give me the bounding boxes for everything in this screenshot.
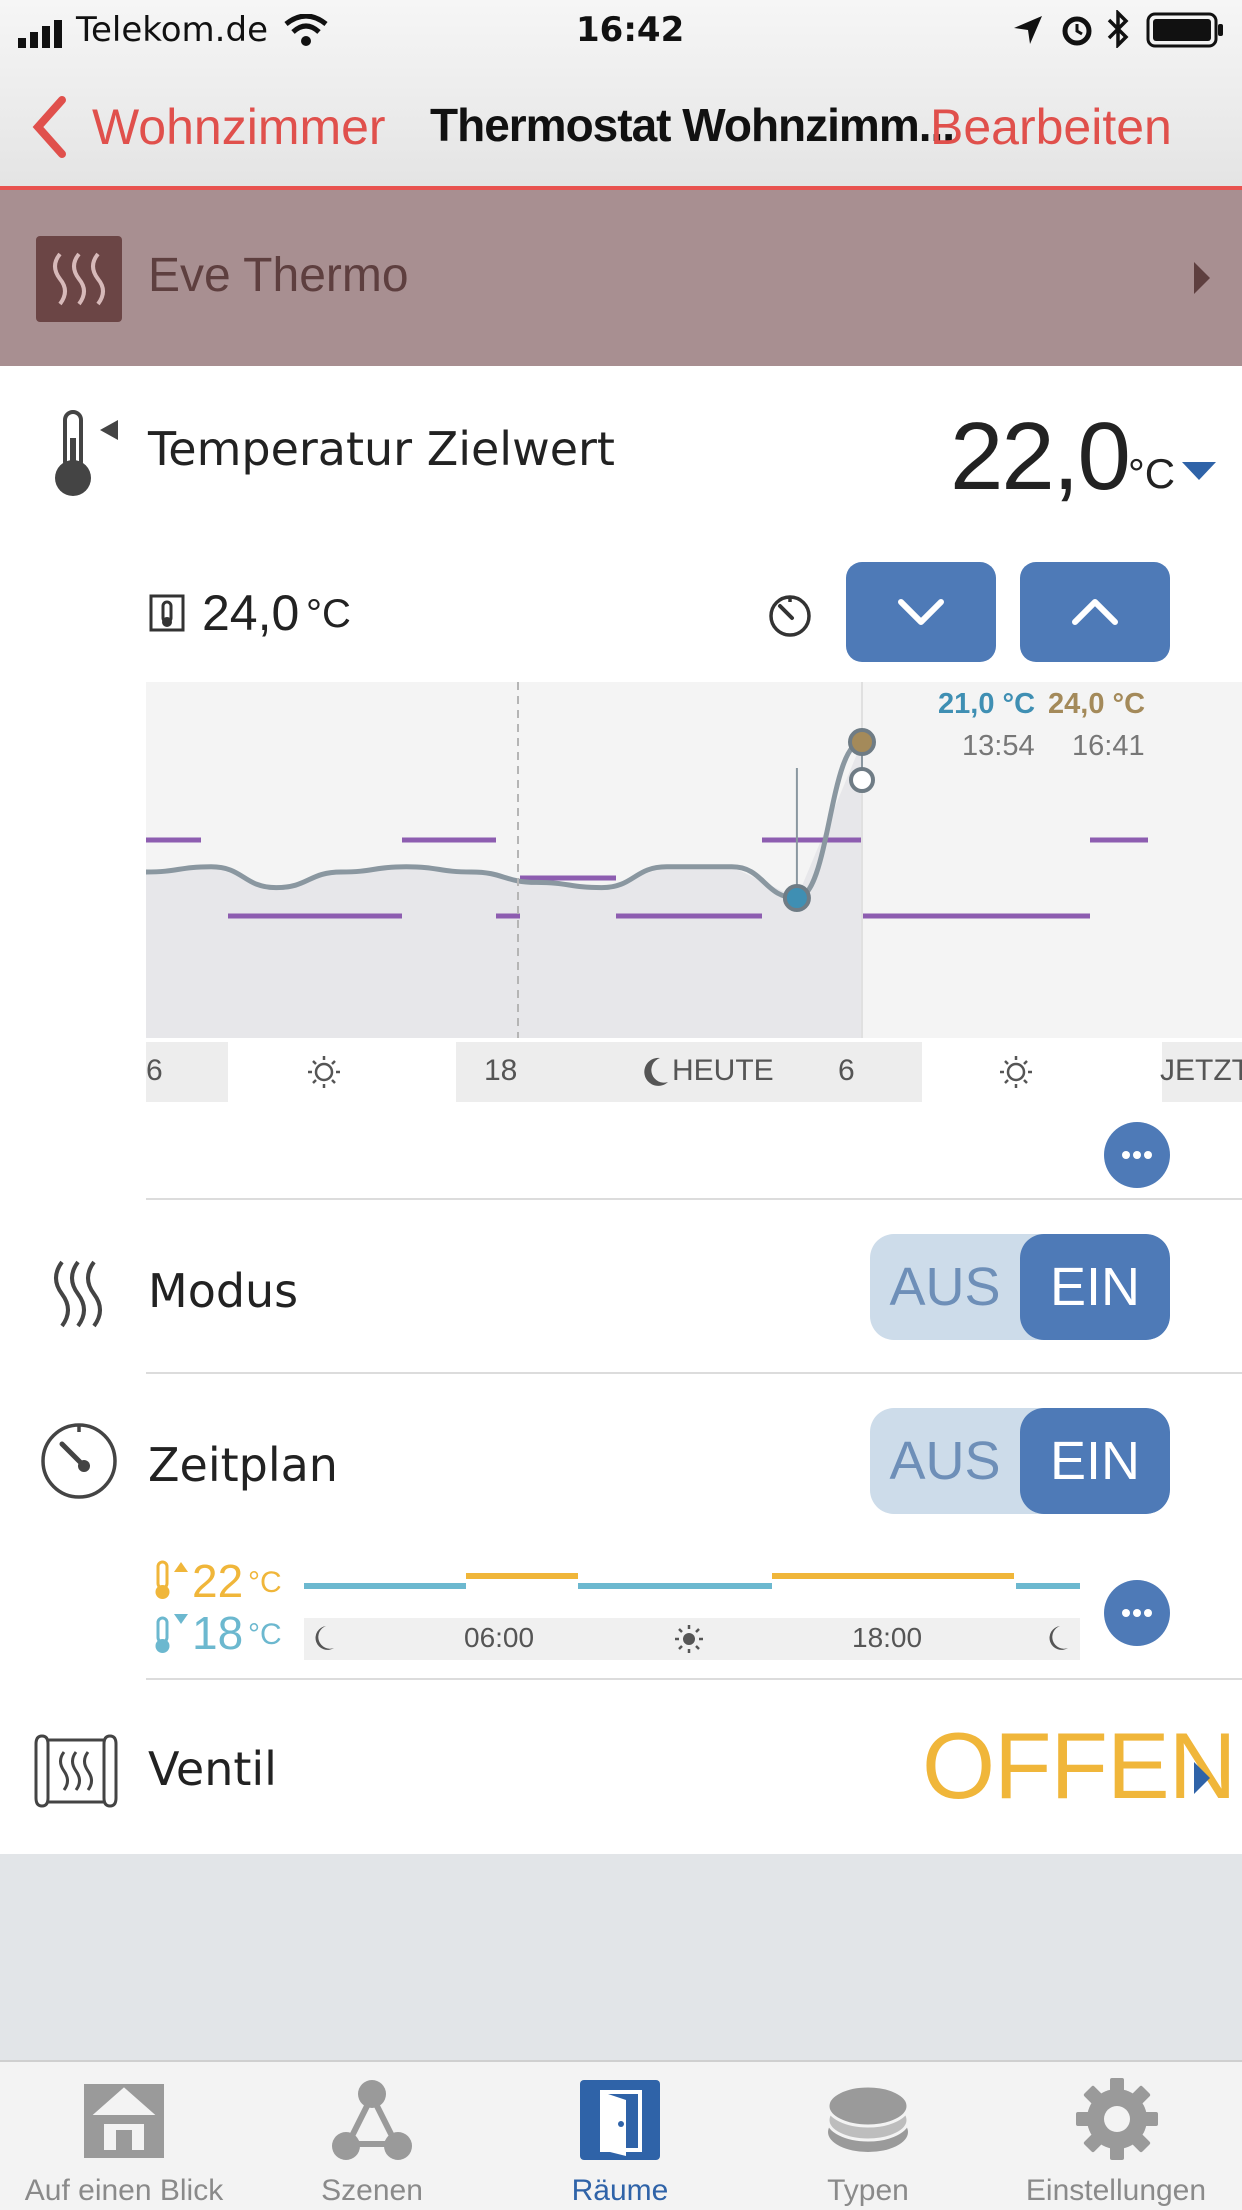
dropdown-arrow-icon[interactable]	[1180, 460, 1218, 482]
axis-tick-now: JETZT	[1160, 1054, 1242, 1087]
increase-button[interactable]	[1020, 562, 1170, 662]
target-point	[849, 767, 875, 793]
carrier-label: Telekom.de	[76, 10, 268, 50]
chevron-right-icon	[1194, 262, 1210, 294]
schedule-low-unit: °C	[248, 1618, 282, 1651]
modus-toggle[interactable]: AUS EIN	[870, 1234, 1170, 1340]
timer-icon	[769, 595, 811, 637]
door-icon	[580, 2080, 660, 2160]
zeitplan-label: Zeitplan	[148, 1438, 338, 1492]
battery-icon	[1146, 12, 1223, 48]
current-temp-value: 24,0	[202, 585, 300, 641]
edit-button[interactable]: Bearbeiten	[930, 98, 1172, 156]
top-bar: Telekom.de 16:42 Wohnzimmer Thermostat W…	[0, 0, 1242, 190]
thermostat-card: Temperatur Zielwert 22,0 °C 24,0 °C 21,0…	[0, 366, 1242, 1854]
tab-types[interactable]: Typen	[744, 2062, 992, 2210]
house-icon	[84, 2084, 164, 2158]
axis-tick-1: 6	[146, 1054, 163, 1087]
schedule-time-1: 06:00	[464, 1622, 535, 1653]
more-icon	[1122, 1151, 1152, 1159]
tab-settings[interactable]: Einstellungen	[992, 2062, 1240, 2210]
zeitplan-on-option[interactable]: EIN	[1020, 1408, 1170, 1514]
tab-overview[interactable]: Auf einen Blick	[0, 2062, 248, 2210]
current-temp-unit: °C	[306, 592, 351, 636]
sun-icon	[308, 1056, 340, 1088]
thermometer-down-icon	[155, 1614, 188, 1653]
divider	[146, 1198, 1242, 1200]
layers-icon	[826, 2084, 910, 2152]
marker-temp-2: 24,0 °C	[1048, 688, 1146, 720]
schedule-more-button[interactable]	[1104, 1580, 1170, 1646]
scenes-icon	[332, 2080, 412, 2160]
tab-label: Einstellungen	[1025, 2174, 1207, 2207]
moon-icon	[315, 1626, 334, 1650]
target-label: Temperatur Zielwert	[148, 422, 615, 476]
device-name: Eve Thermo	[148, 249, 409, 302]
marker-point-1[interactable]	[782, 884, 811, 912]
marker-time-1: 13:54	[962, 730, 1035, 762]
decrease-button[interactable]	[846, 562, 996, 662]
device-header[interactable]: Eve Thermo	[0, 190, 1242, 366]
schedule-icon	[41, 1423, 117, 1499]
schedule-high-temp: 22	[192, 1555, 244, 1607]
gear-icon	[1076, 2078, 1158, 2160]
tab-rooms[interactable]: Räume	[496, 2062, 744, 2210]
chevron-down-icon	[898, 599, 944, 625]
more-icon	[1122, 1609, 1152, 1617]
divider	[146, 1678, 1242, 1680]
modus-label: Modus	[148, 1264, 299, 1318]
target-unit: °C	[1128, 450, 1176, 497]
schedule-timeline	[304, 1573, 1080, 1589]
bluetooth-icon	[1107, 10, 1129, 48]
modus-on-option[interactable]: EIN	[1020, 1234, 1170, 1340]
marker-time-2: 16:41	[1072, 730, 1145, 762]
radiator-icon	[34, 1734, 118, 1808]
marker-point-2[interactable]	[848, 728, 876, 756]
schedule-high-unit: °C	[248, 1566, 282, 1599]
ventil-value[interactable]: OFFEN	[922, 1712, 1237, 1820]
chart-axis: 6 18 HEUTE 6 JETZT	[146, 1042, 1242, 1102]
clock-label: 16:42	[576, 10, 685, 50]
tab-label: Auf einen Blick	[24, 2174, 224, 2207]
wifi-icon	[284, 14, 328, 46]
page-title: Thermostat Wohnzimm...	[430, 99, 955, 151]
sun-icon-2	[1000, 1056, 1032, 1088]
tab-label: Räume	[571, 2174, 669, 2207]
heat-icon	[36, 236, 122, 322]
thermometer-icon	[55, 410, 118, 496]
chevron-left-icon	[32, 96, 66, 158]
heating-mode-icon	[54, 1260, 102, 1328]
moon-icon	[1049, 1626, 1068, 1650]
schedule-low-temp: 18	[192, 1607, 244, 1659]
app-screen: Telekom.de 16:42 Wohnzimmer Thermostat W…	[0, 0, 1242, 2210]
axis-tick-today: HEUTE	[672, 1054, 774, 1087]
sun-icon	[675, 1625, 703, 1653]
zeitplan-off-option[interactable]: AUS	[870, 1408, 1020, 1514]
zeitplan-toggle[interactable]: AUS EIN	[870, 1408, 1170, 1514]
schedule-axis: 06:00 18:00	[304, 1618, 1080, 1660]
axis-tick-3: 6	[838, 1054, 855, 1087]
tab-label: Szenen	[321, 2174, 423, 2207]
chart-more-button[interactable]	[1104, 1122, 1170, 1188]
chevron-up-icon	[1072, 599, 1118, 625]
location-icon	[1014, 16, 1042, 44]
marker-temp-1: 21,0 °C	[938, 688, 1036, 720]
signal-icon	[18, 20, 62, 48]
schedule-time-2: 18:00	[852, 1622, 923, 1653]
modus-off-option[interactable]: AUS	[870, 1234, 1020, 1340]
divider	[146, 1372, 1242, 1374]
chevron-right-icon[interactable]	[1190, 1760, 1214, 1796]
tab-scenes[interactable]: Szenen	[248, 2062, 496, 2210]
alarm-icon	[1062, 16, 1092, 46]
back-label: Wohnzimmer	[92, 99, 386, 155]
tab-label: Typen	[827, 2174, 909, 2207]
tab-bar: Auf einen Blick Szenen Räume Typen Einst…	[0, 2060, 1242, 2210]
room-temp-icon	[149, 594, 185, 632]
target-value: 22,0	[950, 403, 1131, 510]
back-button[interactable]: Wohnzimmer	[30, 92, 410, 162]
ventil-label: Ventil	[148, 1742, 277, 1796]
axis-tick-2: 18	[484, 1054, 518, 1087]
moon-icon	[644, 1057, 668, 1086]
thermometer-up-icon	[155, 1560, 188, 1599]
